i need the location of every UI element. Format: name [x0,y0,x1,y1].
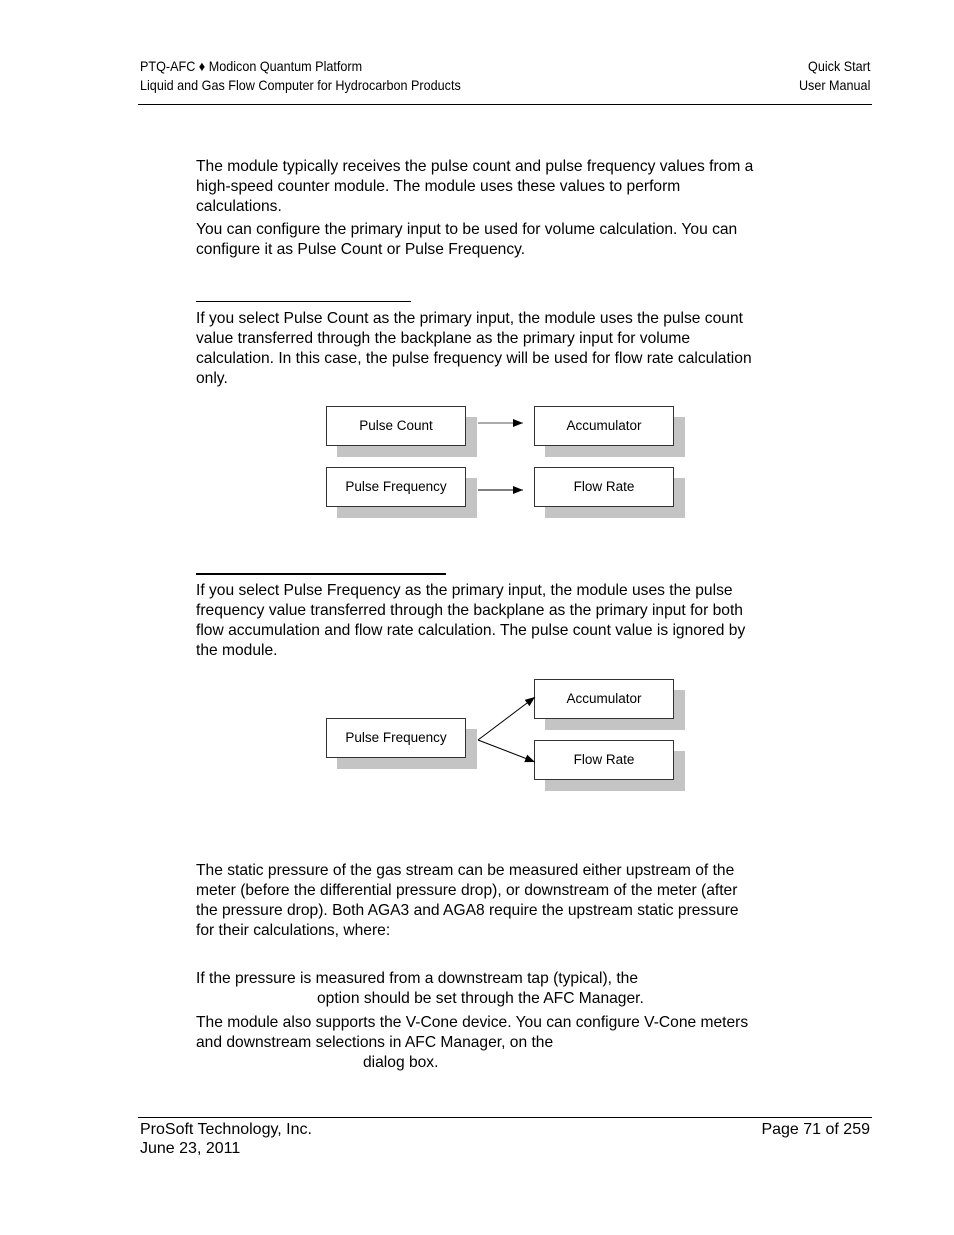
intro-paragraph-2: You can configure the primary input to b… [196,220,816,260]
text-line: only. [196,370,228,387]
vcone-paragraph: The module also supports the V-Cone devi… [196,1013,816,1073]
footer-company: ProSoft Technology, Inc. [140,1121,312,1138]
text-line: The module also supports the V-Cone devi… [196,1014,749,1031]
text-line: value transferred through the backplane … [196,330,691,347]
text-line: flow accumulation and flow rate calculat… [196,622,746,639]
text-line: dialog box. [363,1054,439,1071]
arrow-frequency-to-accumulator [477,696,536,741]
footer-divider [138,1117,872,1118]
text-line: If you select Pulse Frequency as the pri… [196,582,733,599]
text-line: The module typically receives the pulse … [196,158,754,175]
text-line: calculations. [196,198,282,215]
intro-paragraph-1: The module typically receives the pulse … [196,157,816,217]
diagram1-box-accumulator: Accumulator [534,406,674,446]
text-line: The static pressure of the gas stream ca… [196,862,735,879]
header-doc-type: User Manual [798,77,870,93]
footer-page-number: Page 71 of 259 [761,1121,870,1138]
diagram2-box-accumulator: Accumulator [534,679,674,719]
text-line: the pressure drop). Both AGA3 and AGA8 r… [196,902,739,919]
text-line: calculation. In this case, the pulse fre… [196,350,752,367]
diagram2-box-pulse-frequency: Pulse Frequency [326,718,466,758]
pressure-paragraph-2: If the pressure is measured from a downs… [196,969,816,1009]
diagram1-box-pulse-frequency: Pulse Frequency [326,467,466,507]
diagram1-box-flow-rate: Flow Rate [534,467,674,507]
text-line: option should be set through the AFC Man… [317,990,644,1007]
text-line: the module. [196,642,278,659]
text-line: If you select Pulse Count as the primary… [196,310,743,327]
header-right: Quick Start User Manual [799,57,870,95]
text-line: for their calculations, where: [196,922,391,939]
pulse-frequency-paragraph: If you select Pulse Frequency as the pri… [196,581,816,661]
diagram1-box-pulse-count: Pulse Count [326,406,466,446]
text-line: configure it as Pulse Count or Pulse Fre… [196,241,526,258]
header-section-name: Quick Start [807,58,870,74]
header-divider [138,104,872,105]
text-line: meter (before the differential pressure … [196,882,738,899]
text-line: If the pressure is measured from a downs… [196,970,639,987]
pulse-count-paragraph: If you select Pulse Count as the primary… [196,309,816,389]
pressure-paragraph-1: The static pressure of the gas stream ca… [196,861,816,941]
arrow-frequency-to-flow-rate [477,739,536,763]
text-line: high-speed counter module. The module us… [196,178,681,195]
header-product-title: PTQ-AFC ♦ Modicon Quantum Platform [140,58,363,74]
diagram2-box-flow-rate: Flow Rate [534,740,674,780]
section-rule-pulse-frequency [196,573,446,575]
footer-date: June 23, 2011 [140,1140,241,1157]
header-product-subtitle: Liquid and Gas Flow Computer for Hydroca… [140,77,461,93]
text-line: and downstream selections in AFC Manager… [196,1034,554,1051]
section-rule-pulse-count [196,301,411,302]
text-line: frequency value transferred through the … [196,602,743,619]
text-line: You can configure the primary input to b… [196,221,738,238]
header-left: PTQ-AFC ♦ Modicon Quantum Platform Liqui… [140,57,461,95]
